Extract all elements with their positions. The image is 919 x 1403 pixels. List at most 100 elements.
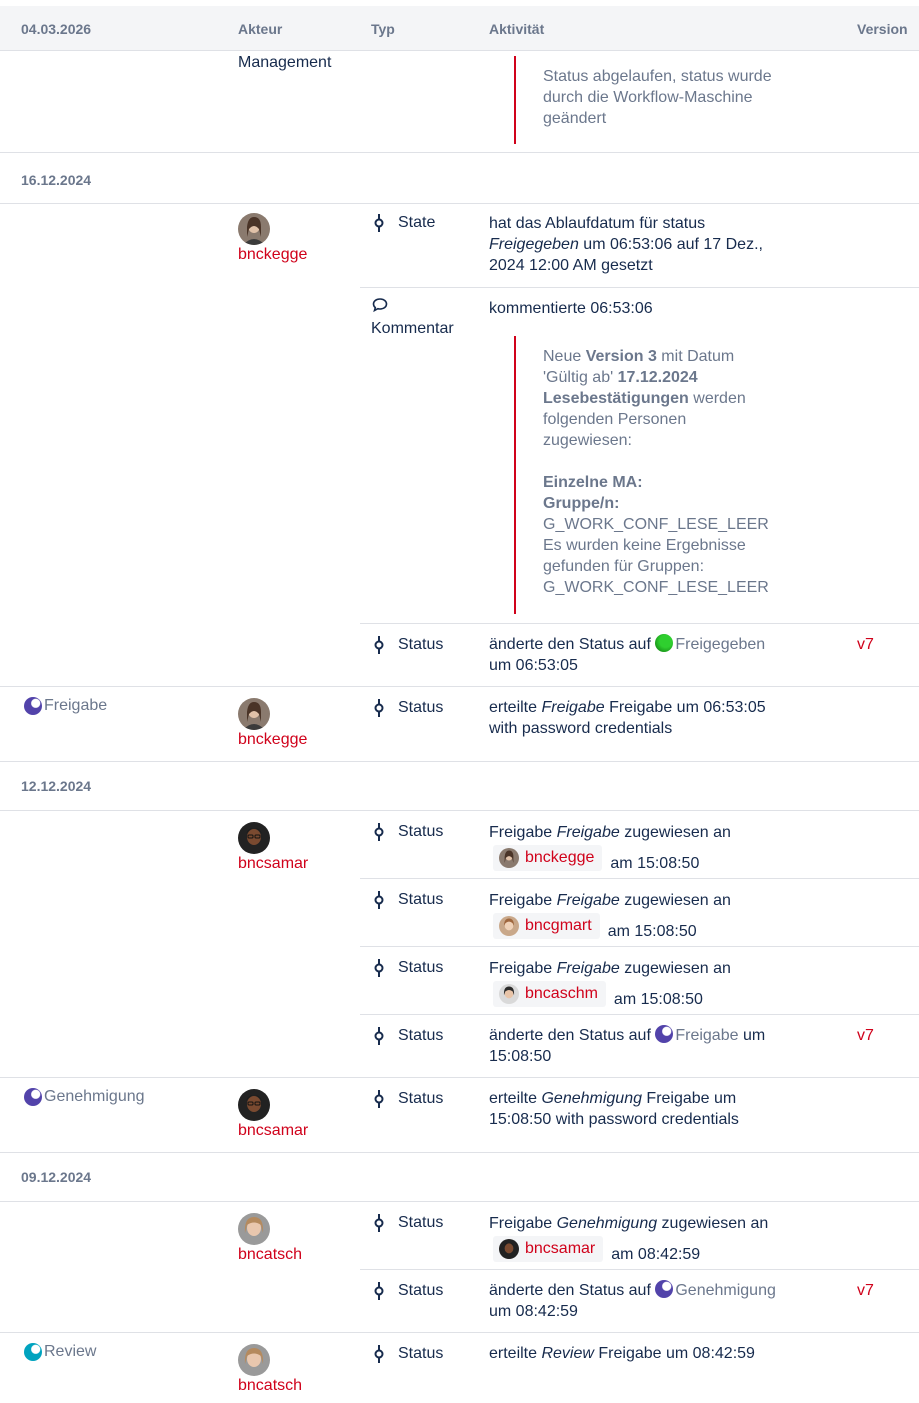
workflow-comment-quote: Status abgelaufen, status wurde durch di… xyxy=(514,56,804,144)
header-date[interactable]: 04.03.2026 xyxy=(21,21,91,37)
mention-label: bncaschm xyxy=(525,985,598,1002)
divider xyxy=(360,623,919,624)
avatar[interactable] xyxy=(238,822,270,854)
version-link[interactable]: v7 xyxy=(857,1282,874,1300)
quote-line: durch die Workflow-Maschine xyxy=(543,89,753,106)
user-mention[interactable]: bncsamar xyxy=(493,1236,604,1262)
mention-label: bncgmart xyxy=(525,917,592,934)
quote-line: gefunden für Gruppen: xyxy=(543,558,705,575)
commit-icon xyxy=(374,823,384,841)
commit-icon xyxy=(374,891,384,909)
commit-icon xyxy=(374,1090,384,1108)
activity-line: with password credentials xyxy=(489,720,673,737)
activity-line: erteilte Freigabe Freigabe um 06:53:05 xyxy=(489,697,809,718)
user-link[interactable]: bncsamar xyxy=(238,855,308,873)
activity-type: Status xyxy=(372,1090,443,1108)
activity-line: 15:08:50 xyxy=(489,1048,552,1065)
quote-line: geändert xyxy=(543,110,607,127)
mention-label: bncsamar xyxy=(525,1240,596,1257)
avatar xyxy=(499,916,519,936)
quote-line: Neue Version 3 mit Datum xyxy=(543,346,804,367)
activity-fragment: um xyxy=(738,1027,766,1044)
type-label: Status xyxy=(398,699,444,716)
activity-fragment: Freigabe xyxy=(489,824,557,841)
activity-type: Status xyxy=(372,1214,443,1232)
version-link[interactable]: v7 xyxy=(857,636,874,654)
avatar[interactable] xyxy=(238,698,270,730)
user-link[interactable]: bnckegge xyxy=(238,246,307,264)
activity-fragment: Freigabe xyxy=(541,699,605,716)
activity-fragment: Genehmigung xyxy=(556,1215,658,1232)
activity-fragment: Freigabe um 06:53:05 xyxy=(604,699,766,716)
quote-line: zugewiesen: xyxy=(543,432,632,449)
workflow-state: Review xyxy=(24,1343,96,1361)
group-date: 09.12.2024 xyxy=(21,1169,92,1185)
quote-line: Status abgelaufen, status wurde xyxy=(543,68,772,85)
state-dot-icon xyxy=(24,1343,42,1361)
header-type[interactable]: Typ xyxy=(371,21,395,37)
quote-line: folgenden Personen xyxy=(543,411,687,428)
user-link[interactable]: bncatsch xyxy=(238,1246,302,1264)
avatar[interactable] xyxy=(238,213,270,245)
quote-fragment: Gruppe/n: xyxy=(543,495,620,512)
state-label: Review xyxy=(44,1343,97,1360)
divider xyxy=(360,1014,919,1015)
activity-line: Freigabe Freigabe zugewiesen an xyxy=(489,889,809,913)
user-link[interactable]: bncsamar xyxy=(238,1122,308,1140)
divider xyxy=(0,1077,919,1078)
user-mention[interactable]: bnckegge xyxy=(493,845,603,871)
activity-text: erteilte Freigabe Freigabe um 06:53:05 w… xyxy=(489,697,809,739)
divider xyxy=(0,686,919,687)
quote-fragment: werden xyxy=(688,390,746,407)
user-link[interactable]: bncatsch xyxy=(238,1377,302,1395)
activity-line: 15:08:50 with password credentials xyxy=(489,1111,739,1128)
type-label: Status xyxy=(398,1090,444,1107)
activity-type: Status xyxy=(372,1282,443,1300)
activity-fragment: am 15:08:50 xyxy=(613,991,703,1008)
type-label: Status xyxy=(398,636,444,653)
activity-type: Status xyxy=(372,699,443,717)
user-mention[interactable]: bncgmart xyxy=(493,913,600,939)
activity-type: Status xyxy=(372,1345,443,1363)
avatar[interactable] xyxy=(238,1089,270,1121)
state-label: Freigabe xyxy=(44,697,108,714)
header-actor[interactable]: Akteur xyxy=(238,21,282,37)
type-label: Kommentar xyxy=(371,320,454,337)
activity-text: erteilte Genehmigung Freigabe um 15:08:5… xyxy=(489,1088,809,1130)
avatar[interactable] xyxy=(238,1213,270,1245)
type-label: Status xyxy=(398,1027,444,1044)
header-version[interactable]: Version xyxy=(857,21,908,37)
activity-line: hat das Ablaufdatum für status xyxy=(489,215,706,232)
state-dot-icon xyxy=(24,697,42,715)
header-activity[interactable]: Aktivität xyxy=(489,21,544,37)
divider xyxy=(0,761,919,762)
status-label: Freigabe xyxy=(675,1027,739,1044)
avatar[interactable] xyxy=(238,1344,270,1376)
activity-line: um 08:42:59 xyxy=(489,1303,578,1320)
quote-line: Einzelne MA: xyxy=(543,472,804,493)
avatar xyxy=(499,1239,519,1259)
type-label: Status xyxy=(398,1214,444,1231)
activity-line: bncsamar am 08:42:59 xyxy=(489,1236,809,1267)
activity-fragment: erteilte xyxy=(489,1345,542,1362)
user-mention[interactable]: bncaschm xyxy=(493,981,606,1007)
divider xyxy=(360,1269,919,1270)
activity-line: Freigabe Freigabe zugewiesen an xyxy=(489,821,809,845)
commit-icon xyxy=(374,636,384,654)
activity-fragment: zugewiesen an xyxy=(619,960,731,977)
type-label: State xyxy=(398,214,436,231)
activity-text: änderte den Status auf Freigabe um 15:08… xyxy=(489,1025,819,1067)
activity-fragment: Review xyxy=(541,1345,594,1362)
state-dot-icon xyxy=(24,1088,42,1106)
activity-line: änderte den Status auf Genehmigung xyxy=(489,1280,829,1301)
group-date: 12.12.2024 xyxy=(21,778,92,794)
activity-fragment: erteilte xyxy=(489,699,542,716)
state-name: Freigegeben xyxy=(489,236,579,253)
activity-fragment: am 08:42:59 xyxy=(611,1246,701,1263)
user-link[interactable]: bnckegge xyxy=(238,731,307,749)
version-link[interactable]: v7 xyxy=(857,1027,874,1045)
activity-type: Status xyxy=(372,891,443,909)
activity-line: bncaschm am 15:08:50 xyxy=(489,981,809,1012)
state-label: Genehmigung xyxy=(44,1088,145,1105)
activity-line: um 06:53:05 xyxy=(489,657,578,674)
